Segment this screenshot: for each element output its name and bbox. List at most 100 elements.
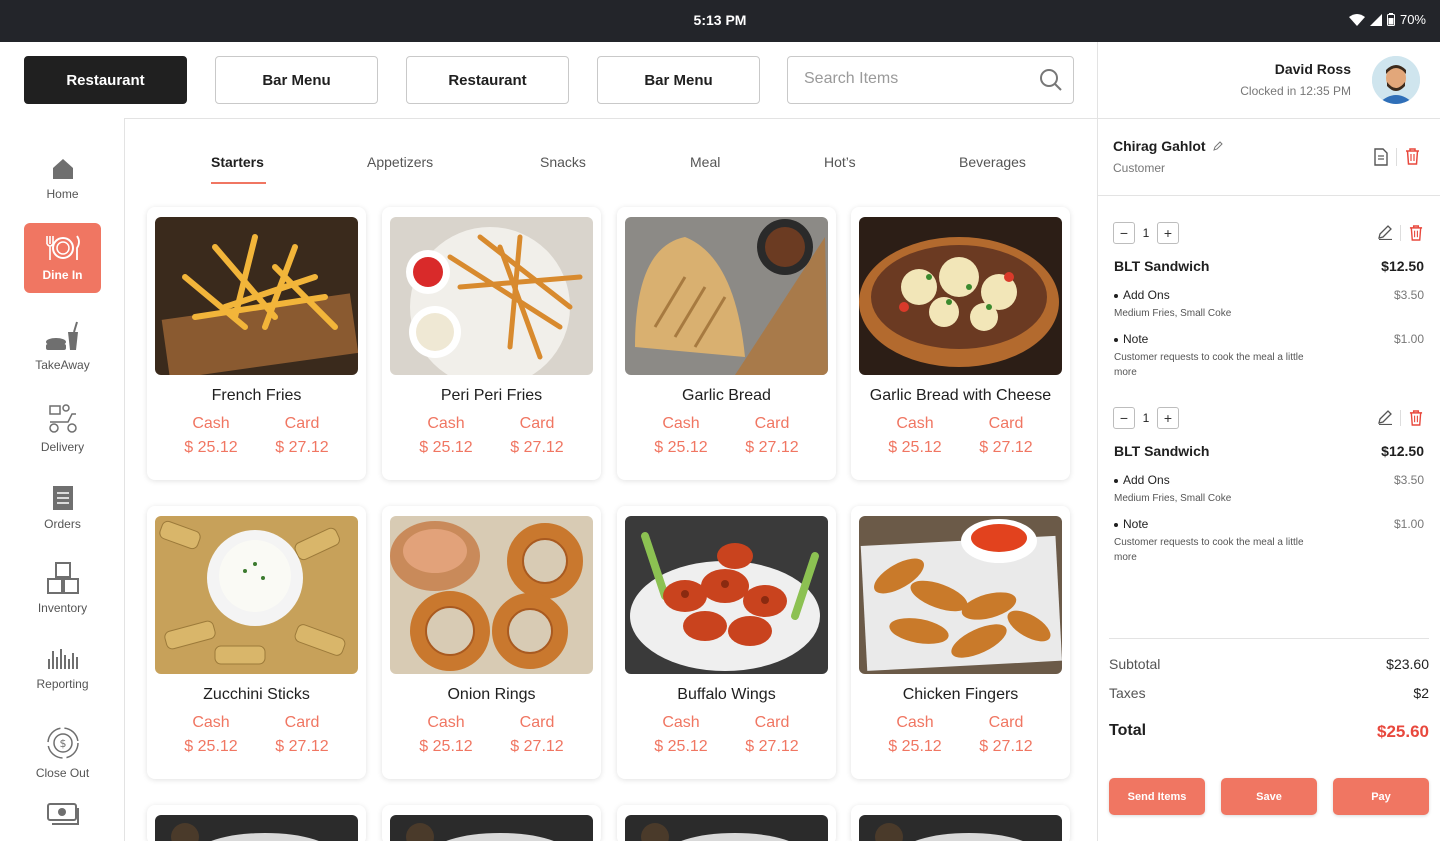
- nav-delivery[interactable]: Delivery: [24, 393, 101, 463]
- divider: [1396, 148, 1397, 166]
- search-box[interactable]: [787, 56, 1074, 104]
- nav-takeaway[interactable]: TakeAway: [24, 311, 101, 381]
- card-label: Card: [988, 714, 1024, 731]
- cash-label: Cash: [427, 415, 465, 432]
- product-card-partial[interactable]: [851, 805, 1070, 841]
- nav-orders[interactable]: Orders: [24, 473, 101, 543]
- signal-icon: [1369, 13, 1382, 26]
- bullet: [1114, 478, 1118, 483]
- addons-price: $3.50: [1393, 473, 1424, 487]
- bar-menu-button-2[interactable]: Bar Menu: [597, 56, 760, 104]
- restaurant-button-active[interactable]: Restaurant: [24, 56, 187, 104]
- cash-price: Cash $ 25.12: [166, 415, 256, 457]
- status-time: 5:13 PM: [693, 12, 747, 28]
- product-card[interactable]: Peri Peri Fries Cash $ 25.12 Card $ 27.12: [382, 207, 601, 480]
- nav-close-out[interactable]: $ Close Out: [24, 716, 101, 790]
- avatar[interactable]: [1372, 56, 1420, 104]
- nav-label: Reporting: [36, 677, 89, 691]
- product-card-partial[interactable]: [382, 805, 601, 841]
- product-card-partial[interactable]: [147, 805, 366, 841]
- product-card-partial[interactable]: [617, 805, 836, 841]
- nav-inventory[interactable]: Inventory: [24, 553, 101, 623]
- decrement-button[interactable]: −: [1113, 407, 1135, 429]
- battery-icon: [1386, 13, 1395, 26]
- cash-value: $ 25.12: [888, 738, 942, 755]
- card-value: $ 27.12: [510, 738, 564, 755]
- product-card[interactable]: Garlic Bread with Cheese Cash $ 25.12 Car…: [851, 207, 1070, 480]
- home-icon: [52, 159, 73, 179]
- document-icon[interactable]: [1373, 148, 1389, 166]
- edit-icon[interactable]: [1378, 410, 1393, 425]
- cash-price: Cash $ 25.12: [636, 714, 726, 756]
- tab-hots[interactable]: Hot’s: [824, 154, 856, 170]
- note-price: $1.00: [1393, 517, 1424, 531]
- product-image: [859, 217, 1062, 375]
- divider: [1098, 195, 1440, 196]
- card-label: Card: [754, 415, 790, 432]
- subtotal-label: Subtotal: [1109, 656, 1161, 672]
- tab-snacks[interactable]: Snacks: [540, 154, 586, 170]
- bar-menu-button[interactable]: Bar Menu: [215, 56, 378, 104]
- customer-name[interactable]: Chirag Gahlot: [1113, 138, 1224, 154]
- product-image: [155, 815, 358, 841]
- product-card[interactable]: Buffalo Wings Cash $ 25.12 Card $ 27.12: [617, 506, 836, 779]
- product-card[interactable]: Garlic Bread Cash $ 25.12 Card $ 27.12: [617, 207, 836, 480]
- nav-dine-in[interactable]: Dine In: [24, 223, 101, 293]
- search-icon[interactable]: [1039, 68, 1063, 92]
- dine-in-icon: [45, 235, 80, 260]
- card-value: $ 27.12: [979, 439, 1033, 456]
- card-label: Card: [284, 415, 320, 432]
- cash-value: $ 25.12: [184, 439, 238, 456]
- tab-starters[interactable]: Starters: [211, 154, 264, 170]
- product-card[interactable]: Onion Rings Cash $ 25.12 Card $ 27.12: [382, 506, 601, 779]
- bullet: [1114, 293, 1118, 298]
- increment-button[interactable]: +: [1157, 407, 1179, 429]
- decrement-button[interactable]: −: [1113, 222, 1135, 244]
- product-card[interactable]: French Fries Cash $ 25.12 Card $ 27.12: [147, 207, 366, 480]
- nav-label: Delivery: [40, 440, 85, 454]
- product-card[interactable]: Chicken Fingers Cash $ 25.12 Card $ 27.12: [851, 506, 1070, 779]
- note-label-text: Note: [1123, 517, 1149, 531]
- edit-icon[interactable]: [1378, 225, 1393, 240]
- cash-price: Cash $ 25.12: [870, 415, 960, 457]
- card-value: $ 27.12: [745, 738, 799, 755]
- nav-label: Inventory: [37, 601, 88, 615]
- reporting-icon: [47, 649, 78, 669]
- addons-price: $3.50: [1393, 288, 1424, 302]
- bullet: [1114, 522, 1118, 527]
- nav-label: Dine In: [42, 268, 83, 282]
- nav-cash[interactable]: [24, 800, 101, 841]
- trash-icon[interactable]: [1405, 148, 1420, 165]
- status-bar: 5:13 PM 70%: [0, 0, 1440, 42]
- cash-price: Cash $ 25.12: [870, 714, 960, 756]
- tab-beverages[interactable]: Beverages: [959, 154, 1026, 170]
- quantity-stepper[interactable]: − 1 +: [1113, 406, 1179, 430]
- product-name: Zucchini Sticks: [203, 686, 310, 703]
- edit-icon[interactable]: [1213, 141, 1224, 151]
- trash-icon[interactable]: [1409, 410, 1423, 426]
- order-item-name: BLT Sandwich: [1114, 258, 1210, 274]
- divider: [1097, 42, 1098, 841]
- pay-button[interactable]: Pay: [1333, 778, 1429, 815]
- restaurant-button[interactable]: Restaurant: [406, 56, 569, 104]
- cash-label: Cash: [192, 714, 230, 731]
- save-button[interactable]: Save: [1221, 778, 1317, 815]
- increment-button[interactable]: +: [1157, 222, 1179, 244]
- tab-meal[interactable]: Meal: [690, 154, 720, 170]
- product-image: [390, 217, 593, 375]
- quantity-stepper[interactable]: − 1 +: [1113, 221, 1179, 245]
- card-value: $ 27.12: [510, 439, 564, 456]
- card-price: Card $ 27.12: [257, 415, 347, 457]
- product-card[interactable]: Zucchini Sticks Cash $ 25.12 Card $ 27.12: [147, 506, 366, 779]
- product-name: Garlic Bread with Cheese: [869, 387, 1052, 404]
- search-input[interactable]: [804, 70, 1024, 88]
- nav-reporting[interactable]: Reporting: [24, 633, 101, 703]
- tab-appetizers[interactable]: Appetizers: [367, 154, 433, 170]
- send-items-button[interactable]: Send Items: [1109, 778, 1205, 815]
- cash-value: $ 25.12: [654, 439, 708, 456]
- nav-home[interactable]: Home: [24, 144, 101, 214]
- note-price: $1.00: [1393, 332, 1424, 346]
- divider: [1109, 638, 1429, 639]
- trash-icon[interactable]: [1409, 225, 1423, 241]
- svg-text:$: $: [59, 737, 66, 750]
